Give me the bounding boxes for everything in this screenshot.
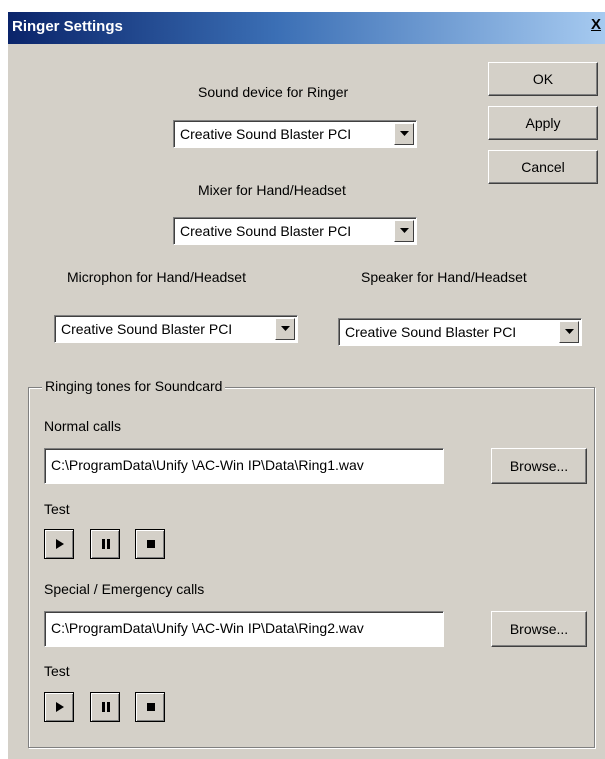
play-icon (56, 539, 64, 549)
speaker-value: Creative Sound Blaster PCI (345, 324, 517, 340)
normal-calls-label: Normal calls (44, 418, 122, 434)
dropdown-arrow-icon[interactable] (559, 321, 579, 343)
mixer-select[interactable]: Creative Sound Blaster PCI (173, 217, 417, 245)
dropdown-arrow-icon[interactable] (275, 318, 295, 340)
special-test-label: Test (44, 663, 70, 679)
speaker-select[interactable]: Creative Sound Blaster PCI (338, 318, 582, 346)
play-icon (56, 702, 64, 712)
apply-button[interactable]: Apply (488, 106, 598, 140)
ringer-device-select[interactable]: Creative Sound Blaster PCI (173, 120, 417, 148)
speaker-label: Speaker for Hand/Headset (361, 269, 527, 285)
normal-play-button[interactable] (44, 529, 74, 559)
ringer-settings-dialog: Ringer Settings X OK Apply Cancel Sound … (8, 12, 605, 759)
title-bar: Ringer Settings X (8, 12, 605, 44)
special-stop-button[interactable] (135, 692, 165, 722)
cancel-button[interactable]: Cancel (488, 150, 598, 184)
close-button[interactable]: X (591, 16, 605, 38)
special-calls-path-field[interactable]: C:\ProgramData\Unify \AC-Win IP\Data\Rin… (44, 611, 444, 647)
microphone-label: Microphon for Hand/Headset (67, 269, 246, 285)
ringer-device-label: Sound device for Ringer (198, 84, 349, 100)
special-calls-browse-button[interactable]: Browse... (491, 611, 587, 647)
special-play-button[interactable] (44, 692, 74, 722)
special-pause-button[interactable] (90, 692, 120, 722)
special-calls-label: Special / Emergency calls (44, 581, 205, 597)
stop-icon (147, 703, 155, 711)
normal-stop-button[interactable] (135, 529, 165, 559)
microphone-value: Creative Sound Blaster PCI (61, 321, 233, 337)
normal-calls-browse-button[interactable]: Browse... (491, 448, 587, 484)
normal-calls-path-field[interactable]: C:\ProgramData\Unify \AC-Win IP\Data\Rin… (44, 448, 444, 484)
ringing-tones-group: Ringing tones for Soundcard Normal calls… (28, 378, 595, 748)
stop-icon (147, 540, 155, 548)
dropdown-arrow-icon[interactable] (394, 123, 414, 145)
ringing-tones-group-title: Ringing tones for Soundcard (42, 378, 226, 394)
ringer-device-value: Creative Sound Blaster PCI (180, 126, 352, 142)
pause-icon (102, 702, 110, 712)
mixer-label: Mixer for Hand/Headset (198, 182, 346, 198)
normal-pause-button[interactable] (90, 529, 120, 559)
mixer-value: Creative Sound Blaster PCI (180, 223, 352, 239)
window-title: Ringer Settings (12, 18, 123, 35)
normal-test-label: Test (44, 501, 70, 517)
pause-icon (102, 539, 110, 549)
ok-button[interactable]: OK (488, 62, 598, 96)
microphone-select[interactable]: Creative Sound Blaster PCI (54, 315, 298, 343)
dropdown-arrow-icon[interactable] (394, 220, 414, 242)
